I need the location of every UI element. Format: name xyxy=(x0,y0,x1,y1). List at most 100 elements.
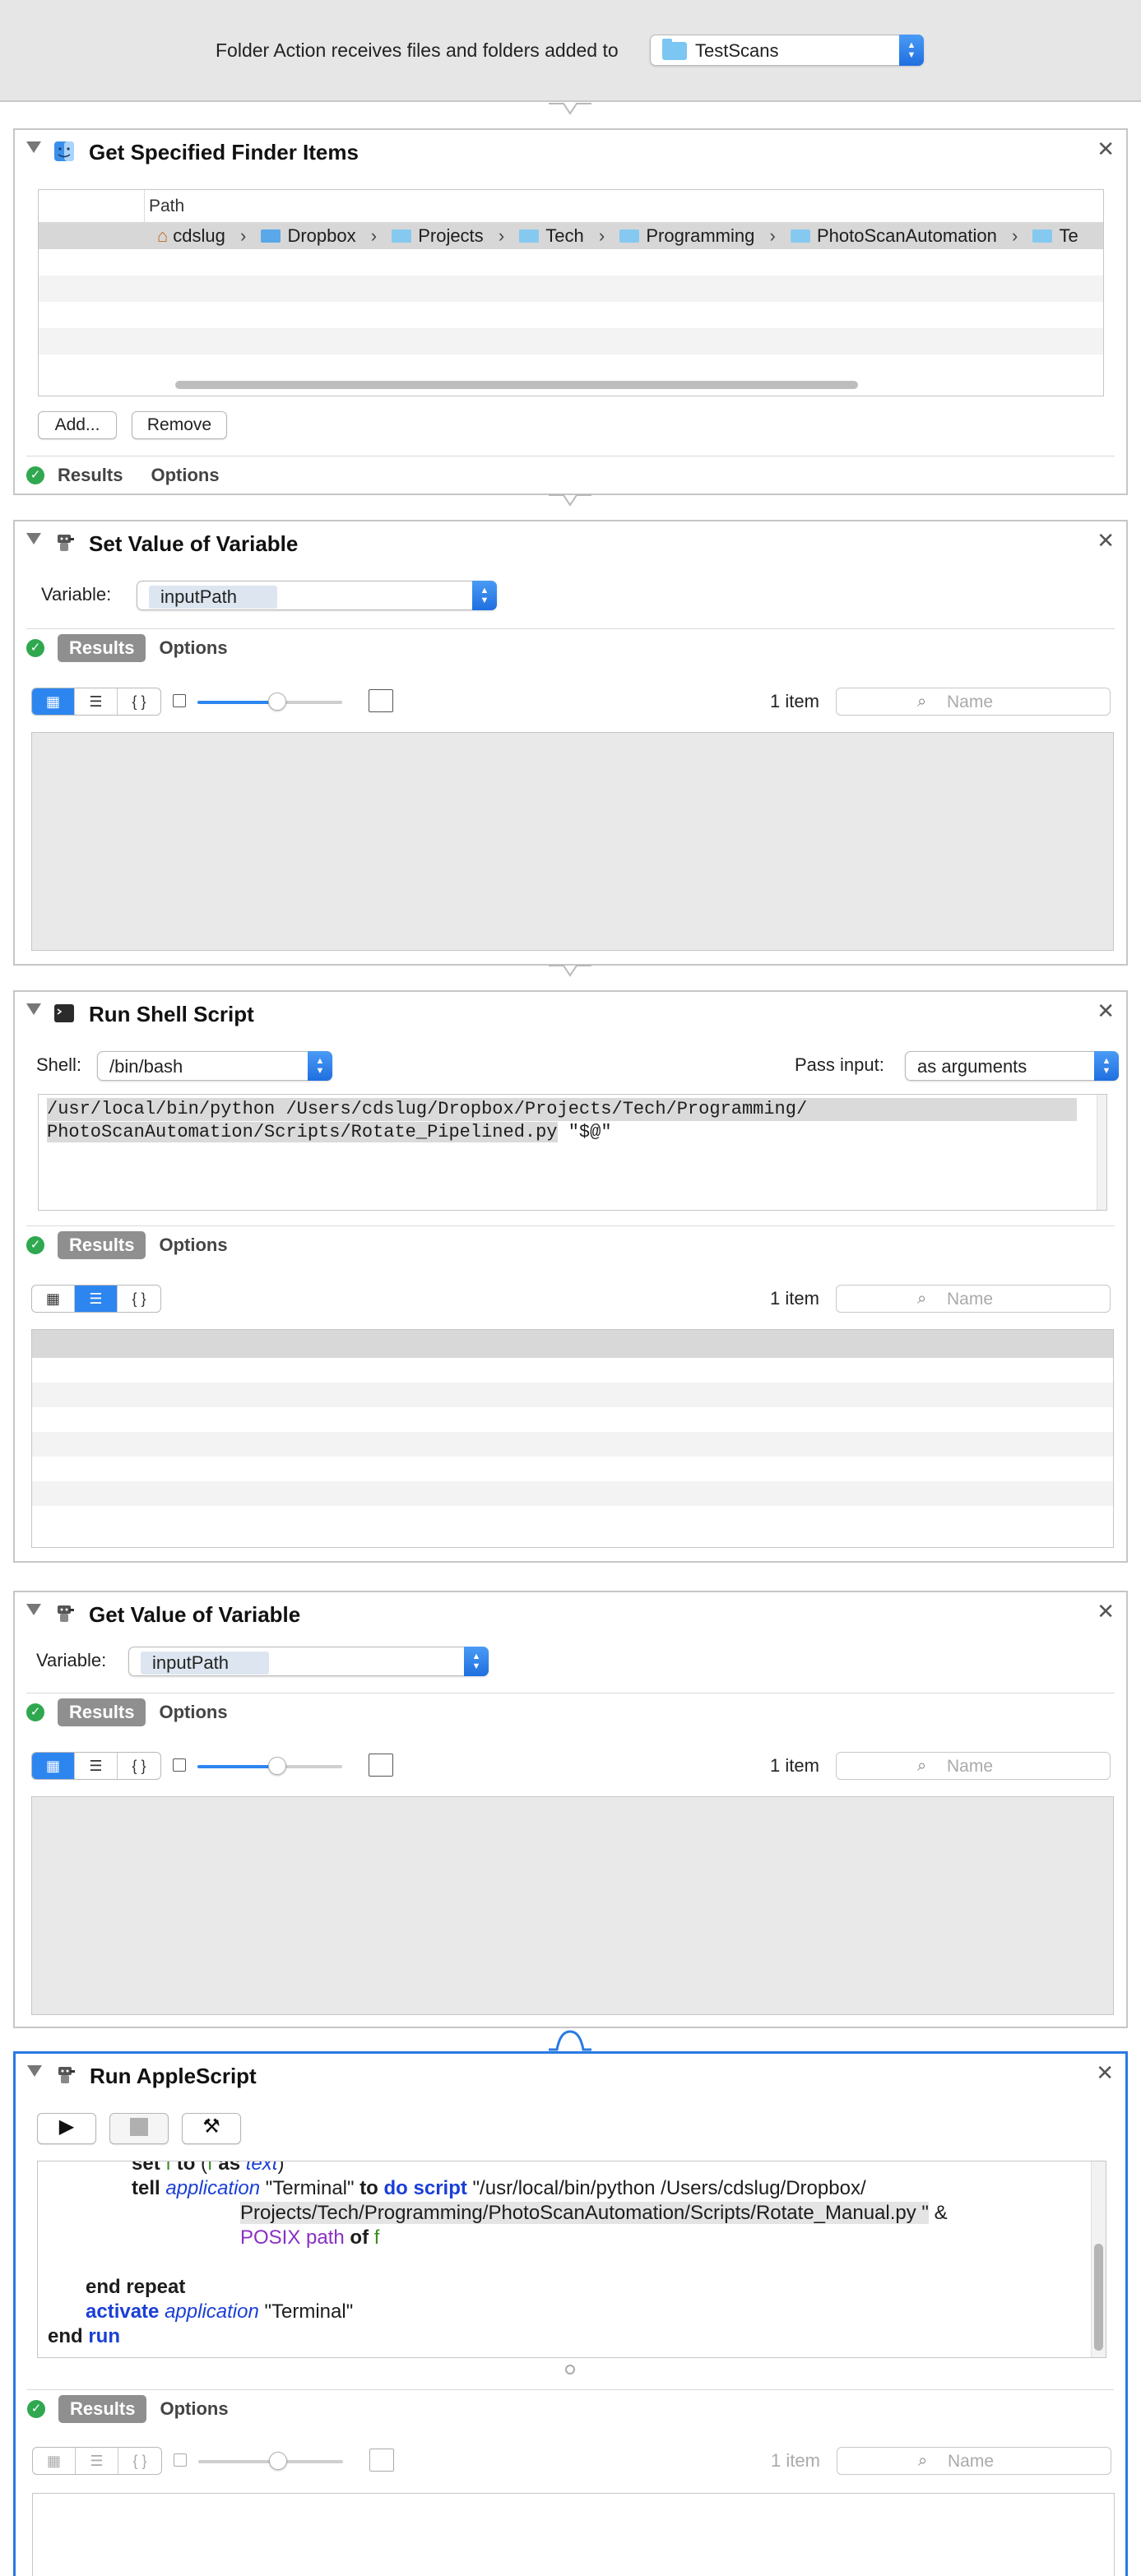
vertical-scrollbar[interactable] xyxy=(1091,2161,1106,2357)
search-icon: ⌕ xyxy=(917,1290,927,1308)
json-view-icon[interactable]: { } xyxy=(118,2448,161,2474)
list-view-icon[interactable]: ☰ xyxy=(75,1286,118,1312)
disclosure-triangle-icon[interactable] xyxy=(27,2065,42,2077)
list-item xyxy=(32,1407,1113,1432)
search-field[interactable]: ⌕ Name xyxy=(837,2447,1111,2475)
variable-token: f xyxy=(165,2161,172,2175)
pass-input-popup[interactable]: as arguments ▲ ▼ xyxy=(905,1051,1119,1081)
close-icon[interactable]: ✕ xyxy=(1097,998,1115,1024)
close-icon[interactable]: ✕ xyxy=(1096,2060,1114,2086)
chevron-right-icon: › xyxy=(769,225,776,246)
results-tab[interactable]: Results xyxy=(58,1231,146,1259)
results-tab[interactable]: Results xyxy=(58,2395,147,2423)
resize-handle-icon[interactable] xyxy=(565,2365,575,2374)
options-tab[interactable]: Options xyxy=(151,461,219,489)
item-count: 1 item xyxy=(770,1755,819,1776)
slider-knob[interactable] xyxy=(267,693,286,711)
json-view-icon[interactable]: { } xyxy=(118,688,160,715)
search-field[interactable]: ⌕ Name xyxy=(836,1285,1111,1313)
add-button[interactable]: Add... xyxy=(38,411,117,439)
folder-icon xyxy=(619,229,640,243)
shell-popup[interactable]: /bin/bash ▲ ▼ xyxy=(97,1051,332,1081)
disclosure-triangle-icon[interactable] xyxy=(26,141,41,153)
list-view-icon[interactable]: ☰ xyxy=(76,2448,118,2474)
scrollbar-thumb[interactable] xyxy=(1094,2244,1103,2351)
view-mode-segmented-control[interactable]: ▦ ☰ { } xyxy=(31,1285,161,1313)
icon-view-icon[interactable]: ▦ xyxy=(32,688,75,715)
icon-view-icon[interactable]: ▦ xyxy=(32,1286,75,1312)
action-get-specified-finder-items[interactable]: Get Specified Finder Items ✕ Path ⌂ cdslu… xyxy=(13,128,1128,495)
slider-knob[interactable] xyxy=(267,1757,286,1775)
action-header[interactable]: Get Value of Variable ✕ xyxy=(15,1592,1126,1635)
variable-popup[interactable]: inputPath ▲ ▼ xyxy=(137,581,497,610)
options-tab[interactable]: Options xyxy=(160,2395,228,2423)
action-run-shell-script[interactable]: Run Shell Script ✕ Shell: /bin/bash ▲ ▼ P… xyxy=(13,990,1128,1563)
path-column-header[interactable]: Path xyxy=(149,197,184,216)
path-item-projects: Projects xyxy=(418,225,484,246)
icon-size-slider[interactable] xyxy=(173,1754,395,1778)
json-view-icon[interactable]: { } xyxy=(118,1753,160,1779)
disclosure-triangle-icon[interactable] xyxy=(26,1604,41,1615)
folder-icon xyxy=(519,229,540,243)
action-get-value-of-variable[interactable]: Get Value of Variable ✕ Variable: inputP… xyxy=(13,1591,1128,2028)
icon-size-slider[interactable] xyxy=(174,2449,396,2473)
slider-knob[interactable] xyxy=(268,2452,287,2470)
results-list[interactable] xyxy=(31,1329,1114,1548)
json-view-icon[interactable]: { } xyxy=(118,1286,160,1312)
disclosure-triangle-icon[interactable] xyxy=(26,533,41,544)
close-icon[interactable]: ✕ xyxy=(1097,137,1115,162)
script-editor[interactable]: /usr/local/bin/python /Users/cdslug/Drop… xyxy=(38,1094,1107,1211)
table-row[interactable]: ⌂ cdslug › Dropbox › Projects › Tech › Pr… xyxy=(39,223,1103,249)
list-view-icon[interactable]: ☰ xyxy=(75,688,118,715)
disclosure-triangle-icon[interactable] xyxy=(26,1003,41,1015)
options-tab[interactable]: Options xyxy=(159,634,227,662)
pass-input-popup-value: as arguments xyxy=(917,1056,1027,1077)
close-icon[interactable]: ✕ xyxy=(1097,528,1115,554)
view-mode-segmented-control[interactable]: ▦ ☰ { } xyxy=(32,2447,162,2475)
results-area[interactable] xyxy=(31,732,1114,951)
icon-size-slider[interactable] xyxy=(173,689,395,714)
icon-view-icon[interactable]: ▦ xyxy=(32,1753,75,1779)
class-token: application xyxy=(165,2177,261,2199)
play-icon: ▶ xyxy=(58,2115,75,2138)
results-area[interactable] xyxy=(31,1796,1114,2015)
success-check-icon: ✓ xyxy=(26,466,44,484)
list-view-icon[interactable]: ☰ xyxy=(75,1753,118,1779)
variable-popup[interactable]: inputPath ▲ ▼ xyxy=(128,1647,489,1676)
action-header[interactable]: Get Specified Finder Items ✕ xyxy=(15,130,1126,173)
view-mode-segmented-control[interactable]: ▦ ☰ { } xyxy=(31,1752,161,1780)
stop-button[interactable] xyxy=(109,2113,169,2144)
folder-popup[interactable]: TestScans ▲ ▼ xyxy=(650,35,924,66)
results-area[interactable] xyxy=(32,2493,1115,2576)
action-set-value-of-variable[interactable]: Set Value of Variable ✕ Variable: inputP… xyxy=(13,520,1128,966)
action-run-applescript[interactable]: Run AppleScript ✕ ▶ ⚒ set f to (f as tex… xyxy=(13,2051,1128,2576)
applescript-editor[interactable]: set f to (f as text) tell application "T… xyxy=(37,2161,1106,2358)
action-header[interactable]: Run Shell Script ✕ xyxy=(15,992,1126,1035)
run-button[interactable]: ▶ xyxy=(37,2113,96,2144)
close-icon[interactable]: ✕ xyxy=(1097,1599,1115,1624)
keyword: set xyxy=(132,2161,160,2175)
results-tab[interactable]: Results xyxy=(58,634,146,662)
action-header[interactable]: Run AppleScript ✕ xyxy=(16,2054,1125,2096)
horizontal-scrollbar[interactable] xyxy=(175,381,858,389)
options-tab[interactable]: Options xyxy=(159,1698,227,1726)
icon-view-icon[interactable]: ▦ xyxy=(33,2448,76,2474)
results-tab[interactable]: Results xyxy=(58,461,123,489)
finder-items-table[interactable]: Path ⌂ cdslug › Dropbox › Projects › Tech… xyxy=(38,189,1104,396)
search-field[interactable]: ⌕ Name xyxy=(836,688,1111,716)
class-token: text xyxy=(245,2161,278,2175)
remove-button[interactable]: Remove xyxy=(132,411,227,439)
results-tab[interactable]: Results xyxy=(58,1698,146,1726)
dropbox-folder-icon xyxy=(261,229,281,243)
action-header[interactable]: Set Value of Variable ✕ xyxy=(15,521,1126,564)
search-field[interactable]: ⌕ Name xyxy=(836,1752,1111,1780)
compile-button[interactable]: ⚒ xyxy=(182,2113,241,2144)
list-item[interactable] xyxy=(32,1330,1113,1358)
view-mode-segmented-control[interactable]: ▦ ☰ { } xyxy=(31,688,161,716)
paren: ) xyxy=(277,2161,285,2175)
options-tab[interactable]: Options xyxy=(159,1231,227,1259)
search-icon: ⌕ xyxy=(917,693,927,711)
vertical-scrollbar[interactable] xyxy=(1097,1095,1106,1210)
search-placeholder: Name xyxy=(947,1757,994,1776)
success-check-icon: ✓ xyxy=(26,1236,44,1254)
